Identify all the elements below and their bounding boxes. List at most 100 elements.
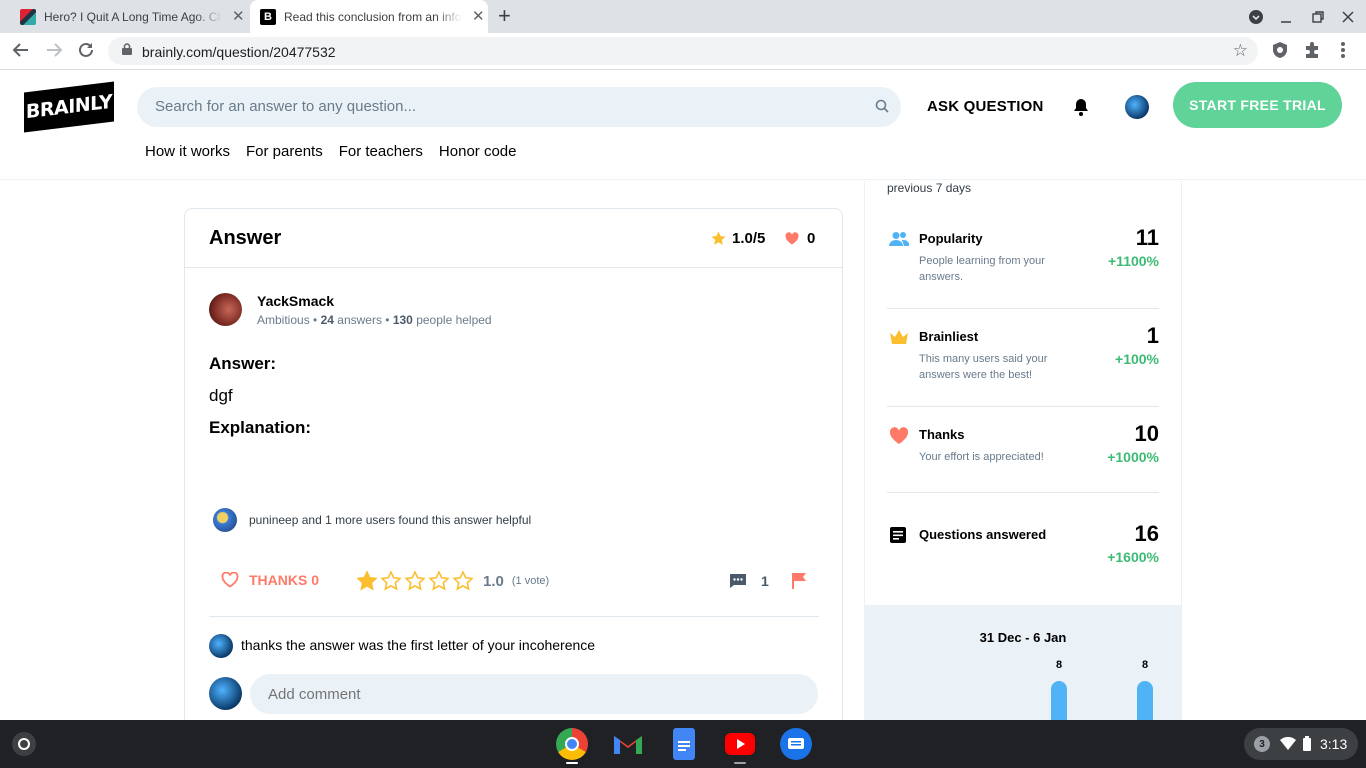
back-icon[interactable] (12, 41, 30, 63)
os-shelf: 3 3:13 (0, 720, 1366, 768)
stat-label: Brainliest (919, 329, 979, 344)
answers-label: answers (337, 313, 382, 327)
new-tab-icon[interactable]: + (498, 5, 511, 27)
star-empty-icon[interactable] (429, 571, 449, 591)
messages-app-icon[interactable] (780, 728, 812, 760)
lock-icon (122, 43, 132, 55)
heart-outline-icon (221, 572, 239, 588)
forward-icon[interactable] (45, 41, 63, 63)
star-rating-icons[interactable] (357, 571, 473, 591)
site-favicon (20, 8, 36, 25)
star-empty-icon[interactable] (453, 571, 473, 591)
tab-brainly-question[interactable]: B Read this conclusion from an informati… (250, 0, 488, 33)
star-empty-icon[interactable] (381, 571, 401, 591)
close-tab-icon[interactable]: ✕ (472, 9, 485, 24)
chrome-app-icon[interactable] (556, 728, 588, 760)
stat-desc: Your effort is appreciated! (919, 451, 1044, 463)
author-name[interactable]: YackSmack (257, 293, 334, 309)
bookmark-star-icon[interactable]: ☆ (1233, 40, 1248, 62)
people-icon (889, 232, 909, 246)
tab-title: Hero? I Quit A Long Time Ago. Chapter (44, 9, 222, 24)
chart-title: 31 Dec - 6 Jan (979, 630, 1067, 645)
answer-card-header: Answer 1.0/5 0 (185, 209, 842, 268)
user-avatar[interactable] (1125, 95, 1149, 119)
chart-bar (1137, 681, 1153, 721)
address-bar[interactable]: brainly.com/question/20477532 ☆ (108, 37, 1258, 65)
stat-label: Questions answered (919, 527, 1047, 542)
helped-label: people helped (416, 313, 492, 327)
search-input[interactable]: Search for an answer to any question... (137, 87, 901, 127)
bar-label: 8 (1141, 659, 1149, 671)
bell-icon[interactable] (1072, 97, 1090, 117)
rating-stars: 1.0 (1 vote) (357, 571, 549, 591)
crown-icon (890, 330, 908, 344)
site-header: BRAINLY Search for an answer to any ques… (0, 70, 1366, 180)
answer-heading: Answer (209, 227, 282, 249)
star-filled-icon[interactable] (357, 571, 377, 591)
nav-honor-code[interactable]: Honor code (439, 143, 517, 160)
current-user-avatar (209, 677, 242, 710)
hearts-count: 0 (807, 230, 816, 247)
add-comment-input[interactable] (250, 674, 818, 714)
ask-question-button[interactable]: ASK QUESTION (927, 98, 1044, 115)
close-tab-icon[interactable]: ✕ (232, 9, 245, 24)
stat-value: 1 (1146, 323, 1159, 348)
search-placeholder: Search for an answer to any question... (155, 98, 416, 115)
system-tray[interactable]: 3 3:13 (1244, 728, 1358, 760)
weekly-chart: 31 Dec - 6 Jan 8 8 (865, 605, 1181, 725)
rating-value: 1.0/5 (732, 230, 766, 247)
nav-for-teachers[interactable]: For teachers (339, 143, 423, 160)
tab-search-icon[interactable] (1248, 0, 1264, 33)
answer-rating: 1.0/5 (711, 230, 765, 247)
author-avatar[interactable] (209, 293, 242, 326)
wifi-icon (1280, 737, 1296, 750)
notification-badge: 3 (1254, 736, 1270, 752)
extensions-puzzle-icon[interactable] (1303, 41, 1321, 63)
divider (209, 616, 819, 617)
stat-desc: People learning from your answers. (919, 255, 1045, 283)
star-icon (711, 231, 726, 245)
nav-for-parents[interactable]: For parents (246, 143, 323, 160)
docs-app-icon[interactable] (673, 728, 695, 760)
stat-value: 11 (1135, 225, 1159, 250)
heart-icon (889, 427, 909, 444)
browser-menu-icon[interactable] (1340, 41, 1346, 63)
bar-label: 8 (1055, 659, 1063, 671)
comments-toggle[interactable]: 1 (729, 573, 769, 589)
stat-change: +1600% (1107, 549, 1159, 565)
document-icon (890, 527, 906, 543)
stat-label: Thanks (919, 427, 965, 442)
brainly-logo[interactable]: BRAINLY (24, 81, 114, 133)
stat-value: 16 (1134, 521, 1159, 546)
gmail-app-icon[interactable] (612, 728, 644, 760)
flag-report-icon[interactable] (791, 572, 807, 590)
url-text: brainly.com/question/20477532 (142, 44, 336, 60)
close-window-icon[interactable] (1342, 0, 1354, 33)
restore-icon[interactable] (1312, 0, 1324, 33)
stat-change: +100% (1115, 351, 1159, 367)
helped-count: 130 (392, 313, 413, 327)
shield-extension-icon[interactable] (1271, 41, 1289, 63)
reload-icon[interactable] (77, 41, 95, 63)
commenter-avatar[interactable] (209, 634, 233, 658)
answer-text: dgf (209, 386, 233, 405)
tab-hero-chapter[interactable]: Hero? I Quit A Long Time Ago. Chapter ✕ (12, 0, 248, 33)
answer-actions: THANKS 0 1.0 (1 vote) 1 (209, 569, 819, 609)
youtube-app-icon[interactable] (725, 733, 755, 755)
launcher-icon[interactable] (12, 732, 36, 756)
minimize-icon[interactable] (1280, 0, 1292, 33)
stat-desc: This many users said your answers were t… (919, 353, 1048, 381)
stat-thanks: Thanks Your effort is appreciated! 10 +1… (887, 421, 1159, 493)
comment-text: thanks the answer was the first letter o… (241, 637, 596, 653)
stat-questions-answered: Questions answered 16 +1600% (887, 521, 1159, 581)
thanks-button[interactable]: THANKS 0 (221, 572, 319, 588)
stat-change: +1000% (1107, 449, 1159, 465)
star-empty-icon[interactable] (405, 571, 425, 591)
tab-title: Read this conclusion from an information… (284, 9, 462, 24)
start-free-trial-button[interactable]: START FREE TRIAL (1173, 82, 1342, 128)
search-icon[interactable] (875, 99, 889, 113)
vote-count: (1 vote) (511, 575, 550, 587)
nav-how-it-works[interactable]: How it works (145, 143, 230, 160)
header-nav: How it works For parents For teachers Ho… (145, 143, 516, 160)
author-rank: Ambitious (257, 313, 310, 327)
